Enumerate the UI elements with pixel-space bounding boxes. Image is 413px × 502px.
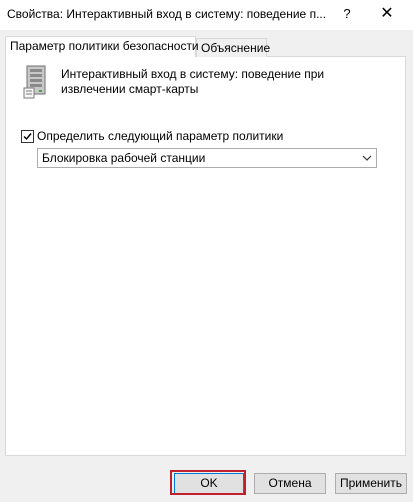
dropdown-selected-value: Блокировка рабочей станции [42,151,206,165]
define-setting-checkbox[interactable] [21,130,34,143]
cancel-button[interactable]: Отмена [254,473,326,494]
window-title: Свойства: Интерактивный вход в систему: … [7,7,327,21]
policy-name: Интерактивный вход в систему: поведение … [61,67,325,96]
ok-button[interactable]: OK [174,473,244,494]
tab-security-policy-setting[interactable]: Параметр политики безопасности [5,36,199,57]
help-button[interactable]: ? [330,0,364,30]
lock-behavior-dropdown[interactable]: Блокировка рабочей станции [37,148,377,168]
define-setting-label: Определить следующий параметр политики [37,129,284,143]
chevron-down-icon [362,155,372,161]
close-button[interactable]: ✕ [364,0,410,30]
tab-panel: Интерактивный вход в систему: поведение … [5,56,406,456]
title-bar: Свойства: Интерактивный вход в систему: … [0,0,413,30]
apply-button[interactable]: Применить [335,473,407,494]
server-policy-icon [23,65,46,99]
tab-explanation[interactable]: Объяснение [196,38,270,57]
checkmark-icon [23,133,32,141]
